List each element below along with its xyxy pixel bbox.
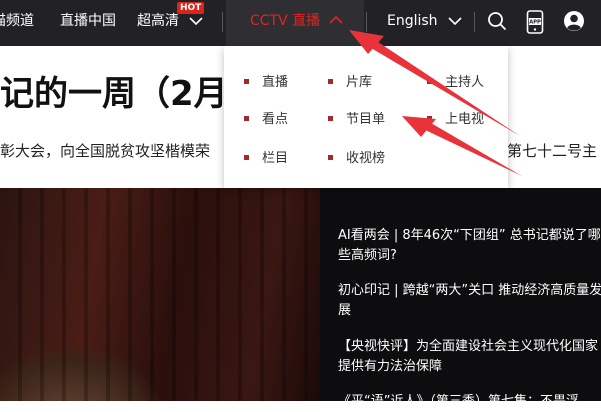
app-icon[interactable]: APP bbox=[526, 10, 544, 34]
news-item[interactable]: 初心印记 | 跨越“两大”关口 推动经济高质量发展 bbox=[338, 281, 601, 321]
bullet-icon bbox=[328, 155, 333, 160]
top-navigation-bar: 猫频道 直播中国 超高清 HOT CCTV 直播 English APP bbox=[0, 0, 601, 46]
chevron-up-icon bbox=[329, 15, 343, 24]
user-icon[interactable] bbox=[563, 10, 585, 32]
language-label: English bbox=[387, 13, 438, 29]
dropdown-item-label: 主持人 bbox=[445, 75, 485, 90]
dropdown-item-label: 片库 bbox=[346, 75, 373, 90]
dropdown-item-ratings[interactable]: 收视榜 bbox=[328, 151, 385, 167]
hero-photo-overlay bbox=[0, 188, 320, 401]
search-icon[interactable] bbox=[487, 11, 507, 31]
dropdown-item-highlights[interactable]: 看点 bbox=[244, 112, 288, 128]
news-item[interactable]: 《平“语”近人》（第三季）第七集：不畏浮 bbox=[338, 392, 601, 412]
bullet-icon bbox=[427, 79, 432, 84]
bullet-icon bbox=[427, 116, 432, 121]
chevron-down-icon bbox=[189, 17, 204, 26]
news-item[interactable]: AI看两会 | 8年46次“下团组” 总书记都说了哪些高频词? bbox=[338, 226, 601, 266]
bullet-icon bbox=[244, 79, 249, 84]
page-subline-right: 第七十二号主 bbox=[507, 142, 598, 160]
svg-text:APP: APP bbox=[529, 20, 541, 26]
cctv-live-dropdown: 直播 片库 主持人 看点 节目单 上电视 栏目 收视榜 bbox=[224, 46, 508, 188]
dropdown-item-schedule[interactable]: 节目单 bbox=[328, 112, 385, 128]
nav-item-ultra-hd-label: 超高清 bbox=[137, 13, 179, 29]
dropdown-item-label: 收视榜 bbox=[346, 151, 386, 166]
dropdown-item-label: 栏目 bbox=[262, 151, 289, 166]
dropdown-item-label: 节目单 bbox=[346, 112, 386, 127]
page-subline: 彰大会，向全国脱贫攻坚楷模荣 bbox=[0, 142, 211, 160]
nav-divider bbox=[474, 12, 475, 32]
language-switcher[interactable]: English bbox=[387, 0, 462, 46]
page-headline[interactable]: 记的一周（2月2 bbox=[0, 66, 251, 115]
dropdown-item-columns[interactable]: 栏目 bbox=[244, 151, 288, 167]
dropdown-item-live[interactable]: 直播 bbox=[244, 75, 288, 91]
news-item[interactable]: 【央视快评】为全面建设社会主义现代化国家提供有力法治保障 bbox=[338, 337, 601, 377]
dropdown-item-film-library[interactable]: 片库 bbox=[328, 75, 372, 91]
dropdown-item-label: 看点 bbox=[262, 112, 289, 127]
nav-divider bbox=[222, 12, 223, 32]
dropdown-item-on-tv[interactable]: 上电视 bbox=[427, 112, 484, 128]
nav-item-panda-channel[interactable]: 猫频道 bbox=[0, 0, 34, 46]
cctv-live-label: CCTV 直播 bbox=[250, 13, 321, 29]
dropdown-item-hosts[interactable]: 主持人 bbox=[427, 75, 484, 91]
bullet-icon bbox=[244, 155, 249, 160]
dropdown-item-label: 直播 bbox=[262, 75, 289, 90]
hot-badge: HOT bbox=[177, 2, 205, 14]
dropdown-item-label: 上电视 bbox=[445, 112, 485, 127]
bullet-icon bbox=[328, 116, 333, 121]
nav-item-live-china[interactable]: 直播中国 bbox=[60, 0, 116, 46]
bullet-icon bbox=[244, 116, 249, 121]
chevron-down-icon bbox=[448, 17, 462, 26]
nav-divider bbox=[366, 12, 367, 32]
bullet-icon bbox=[328, 79, 333, 84]
cctv-live-menu[interactable]: CCTV 直播 bbox=[250, 0, 343, 46]
